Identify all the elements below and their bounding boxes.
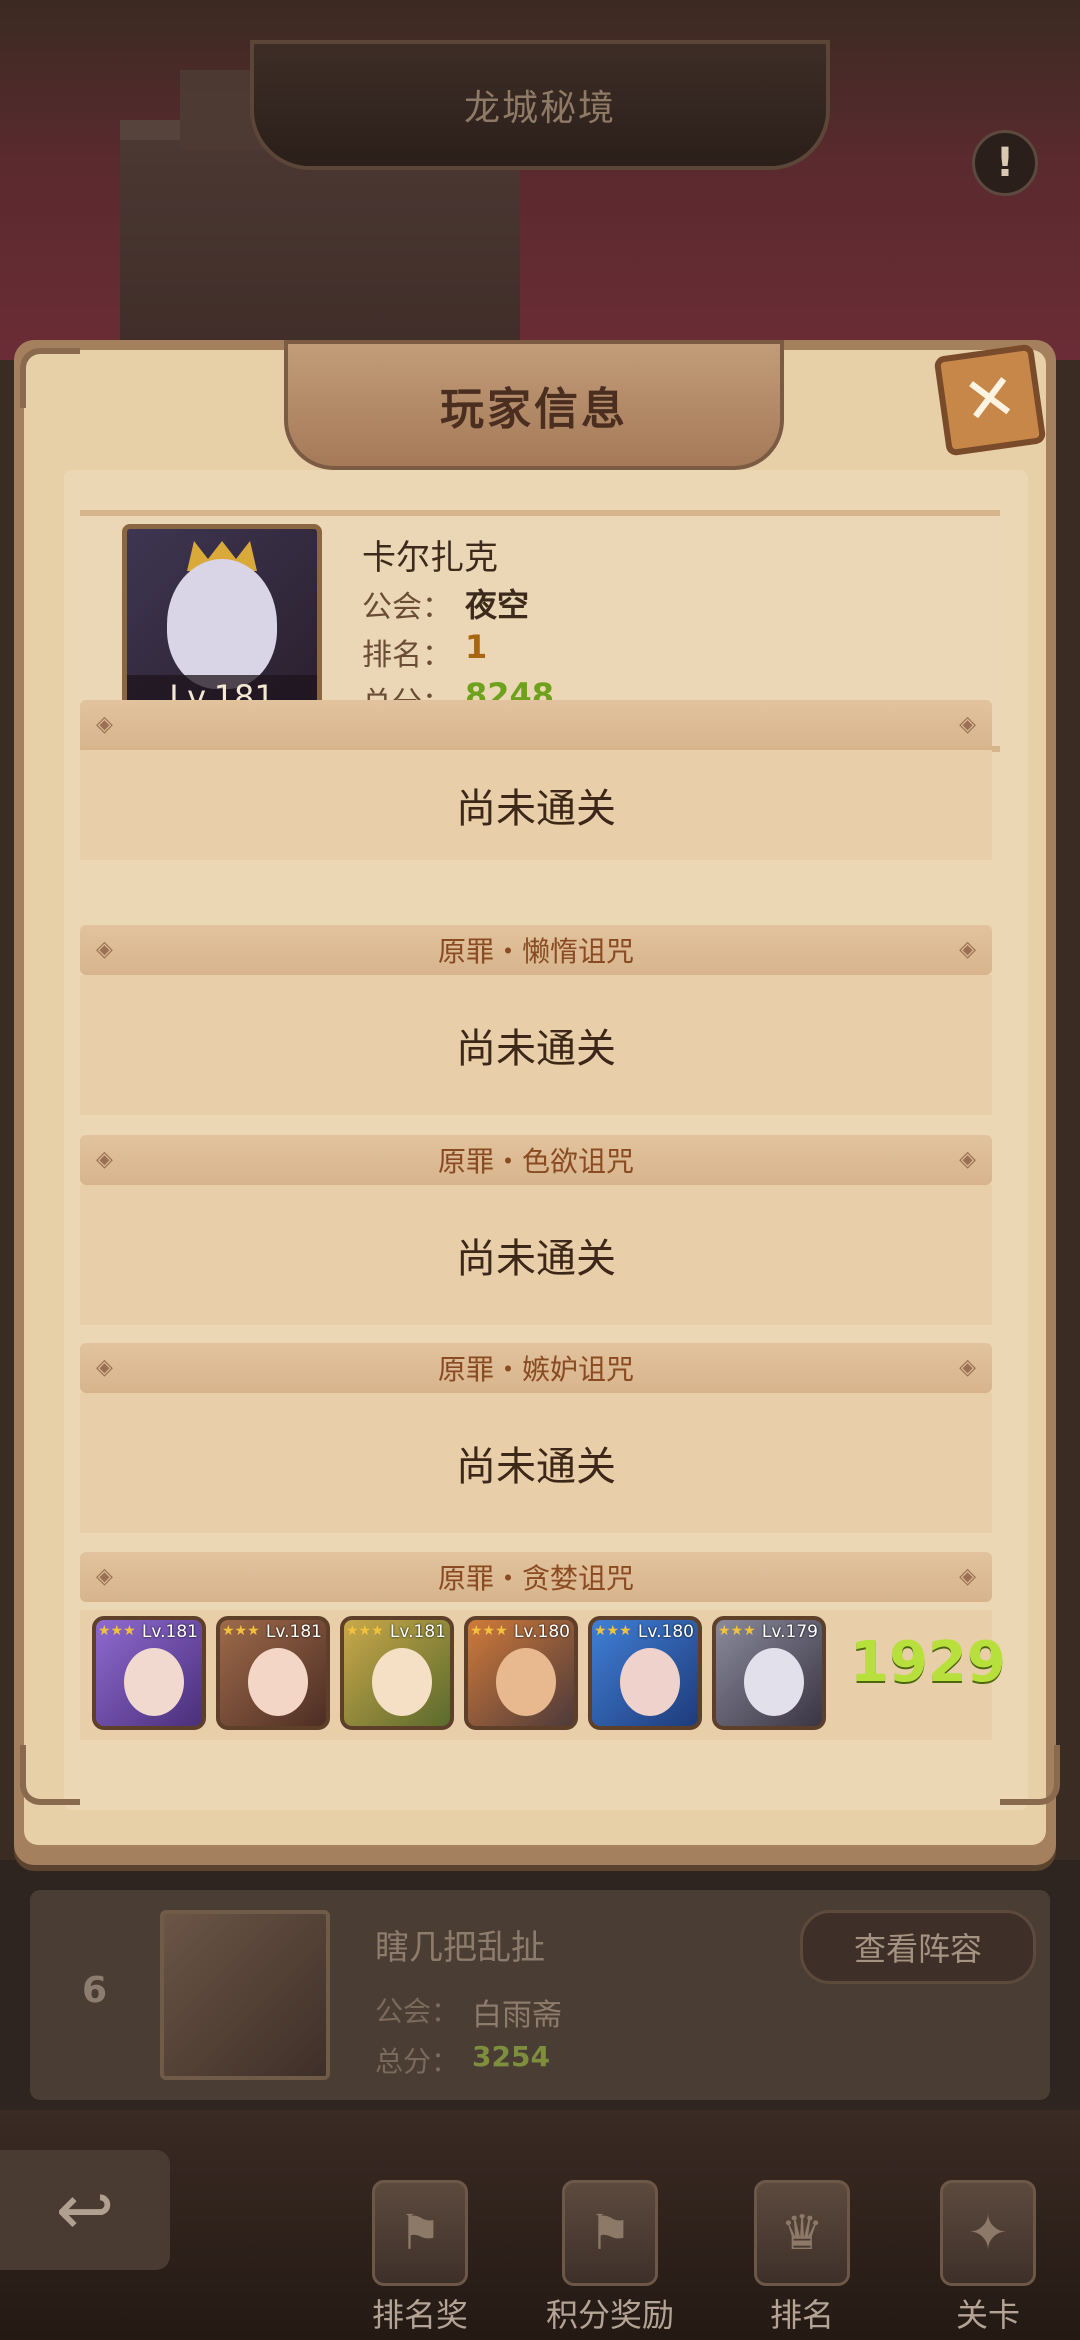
ornament-icon: ◈ <box>96 1564 113 1589</box>
player-name: 卡尔扎克 <box>362 538 498 578</box>
view-lineup-button[interactable]: 查看阵容 <box>800 1910 1036 1984</box>
star-icon: ★★★ <box>346 1623 384 1639</box>
avatar[interactable]: Lv.181 <box>122 524 322 724</box>
stage-icon: ✦ <box>940 2180 1036 2286</box>
hero-portrait[interactable]: ★★★ Lv.180 <box>464 1616 578 1730</box>
section-body: 尚未通关 <box>80 1393 992 1533</box>
guild-label: 公会： <box>375 1995 460 2028</box>
section-header: ◈ 原罪・贪婪诅咒 ◈ <box>80 1552 992 1602</box>
ornament-icon: ◈ <box>959 937 976 962</box>
portrait <box>620 1648 680 1716</box>
guild-label: 公会： <box>362 590 452 625</box>
dialog-title: 玩家信息 <box>440 384 628 435</box>
back-button[interactable]: ↩ <box>0 2150 170 2270</box>
hero-portrait[interactable]: ★★★ Lv.180 <box>588 1616 702 1730</box>
ornament-icon: ◈ <box>96 1355 113 1380</box>
close-icon: ✕ <box>933 343 1047 457</box>
hero-lineup: ★★★ Lv.181 ★★★ Lv.181 ★★★ Lv.181 ★★★ Lv.… <box>80 1610 1006 1740</box>
section-body: 尚未通关 <box>80 750 992 860</box>
score-value: 3254 <box>472 2040 550 2073</box>
ornament-icon: ◈ <box>96 712 113 737</box>
section-title: 原罪・懒惰诅咒 <box>437 935 634 968</box>
ornament-icon: ◈ <box>96 937 113 962</box>
guild-name: 白雨斋 <box>472 1998 562 2033</box>
ornament-icon: ◈ <box>959 1147 976 1172</box>
corner-ornament <box>1000 1745 1060 1805</box>
portrait <box>496 1648 556 1716</box>
page-title: 龙城秘境 <box>463 88 616 129</box>
hero-portrait[interactable]: ★★★ Lv.181 <box>216 1616 330 1730</box>
portrait <box>124 1648 184 1716</box>
portrait <box>248 1648 308 1716</box>
ornament-icon: ◈ <box>959 1355 976 1380</box>
star-icon: ★★★ <box>98 1623 136 1639</box>
nav-label: 排名奖 <box>371 2296 468 2334</box>
portrait <box>744 1648 804 1716</box>
score-label: 总分： <box>375 2045 460 2078</box>
info-icon[interactable]: ! <box>972 130 1038 196</box>
rank-reward-icon: ⚑ <box>372 2180 468 2286</box>
section-title: 原罪・色欲诅咒 <box>437 1145 634 1178</box>
hero-level: Lv.181 <box>141 1622 198 1642</box>
section-header: ◈ 原罪・懒惰诅咒 ◈ <box>80 925 992 975</box>
ranking-number: 6 <box>82 1970 108 2011</box>
hero-portrait[interactable]: ★★★ Lv.179 <box>712 1616 826 1730</box>
nav-rank[interactable]: ♛ 排名 <box>722 2180 882 2340</box>
corner-ornament <box>20 348 80 408</box>
close-button[interactable]: ✕ <box>930 340 1050 460</box>
hero-level: Lv.179 <box>761 1622 818 1642</box>
stage-section: ◈ ◈ 尚未通关 <box>80 700 992 860</box>
nav-points-reward[interactable]: ⚑ 积分奖励 <box>530 2180 690 2340</box>
hero-level: Lv.181 <box>265 1622 322 1642</box>
section-status: 尚未通关 <box>456 1026 616 1072</box>
avatar[interactable] <box>160 1910 330 2080</box>
stage-section: ◈ 原罪・懒惰诅咒 ◈ 尚未通关 <box>80 925 992 1115</box>
nav-label: 积分奖励 <box>545 2296 674 2334</box>
portrait <box>372 1648 432 1716</box>
nav-rank-reward[interactable]: ⚑ 排名奖 <box>340 2180 500 2340</box>
rank-icon: ♛ <box>754 2180 850 2286</box>
section-header: ◈ 原罪・嫉妒诅咒 ◈ <box>80 1343 992 1393</box>
section-body: 尚未通关 <box>80 1185 992 1325</box>
back-arrow-icon: ↩ <box>55 2169 115 2251</box>
hero-portrait[interactable]: ★★★ Lv.181 <box>92 1616 206 1730</box>
hero-level: Lv.181 <box>389 1622 446 1642</box>
dialog-title-banner: 玩家信息 <box>284 340 784 470</box>
nav-label: 关卡 <box>955 2296 1020 2334</box>
section-title: 原罪・贪婪诅咒 <box>437 1562 634 1595</box>
section-status: 尚未通关 <box>456 1444 616 1490</box>
ornament-icon: ◈ <box>959 1564 976 1589</box>
stage-section: ◈ 原罪・嫉妒诅咒 ◈ 尚未通关 <box>80 1343 992 1533</box>
ornament-icon: ◈ <box>959 712 976 737</box>
ornament-icon: ◈ <box>96 1147 113 1172</box>
star-icon: ★★★ <box>718 1623 756 1639</box>
team-score: 1929 <box>850 1630 1006 1695</box>
section-status: 尚未通关 <box>456 786 616 832</box>
hero-portrait[interactable]: ★★★ Lv.181 <box>340 1616 454 1730</box>
hero-level: Lv.180 <box>513 1622 570 1642</box>
stage-section: ◈ 原罪・贪婪诅咒 ◈ <box>80 1552 992 1602</box>
star-icon: ★★★ <box>222 1623 260 1639</box>
nav-label: 排名 <box>769 2296 834 2334</box>
section-body: 尚未通关 <box>80 975 992 1115</box>
rank-label: 排名： <box>362 638 452 673</box>
guild-name: 夜空 <box>465 586 530 624</box>
header-banner: 龙城秘境 <box>250 40 830 170</box>
section-header: ◈ ◈ <box>80 700 992 750</box>
ranking-row[interactable]: 6 瞎几把乱扯 公会： 白雨斋 总分： 3254 查看阵容 <box>30 1890 1050 2100</box>
star-icon: ★★★ <box>594 1623 632 1639</box>
hero-level: Lv.180 <box>637 1622 694 1642</box>
stage-section: ◈ 原罪・色欲诅咒 ◈ 尚未通关 <box>80 1135 992 1325</box>
ranking-player-name: 瞎几把乱扯 <box>375 1928 545 1968</box>
nav-stage[interactable]: ✦ 关卡 <box>908 2180 1068 2340</box>
section-header: ◈ 原罪・色欲诅咒 ◈ <box>80 1135 992 1185</box>
section-status: 尚未通关 <box>456 1236 616 1282</box>
section-title: 原罪・嫉妒诅咒 <box>437 1353 634 1386</box>
star-icon: ★★★ <box>470 1623 508 1639</box>
points-reward-icon: ⚑ <box>562 2180 658 2286</box>
portrait <box>167 559 277 689</box>
corner-ornament <box>20 1745 80 1805</box>
rank-value: 1 <box>465 628 488 666</box>
